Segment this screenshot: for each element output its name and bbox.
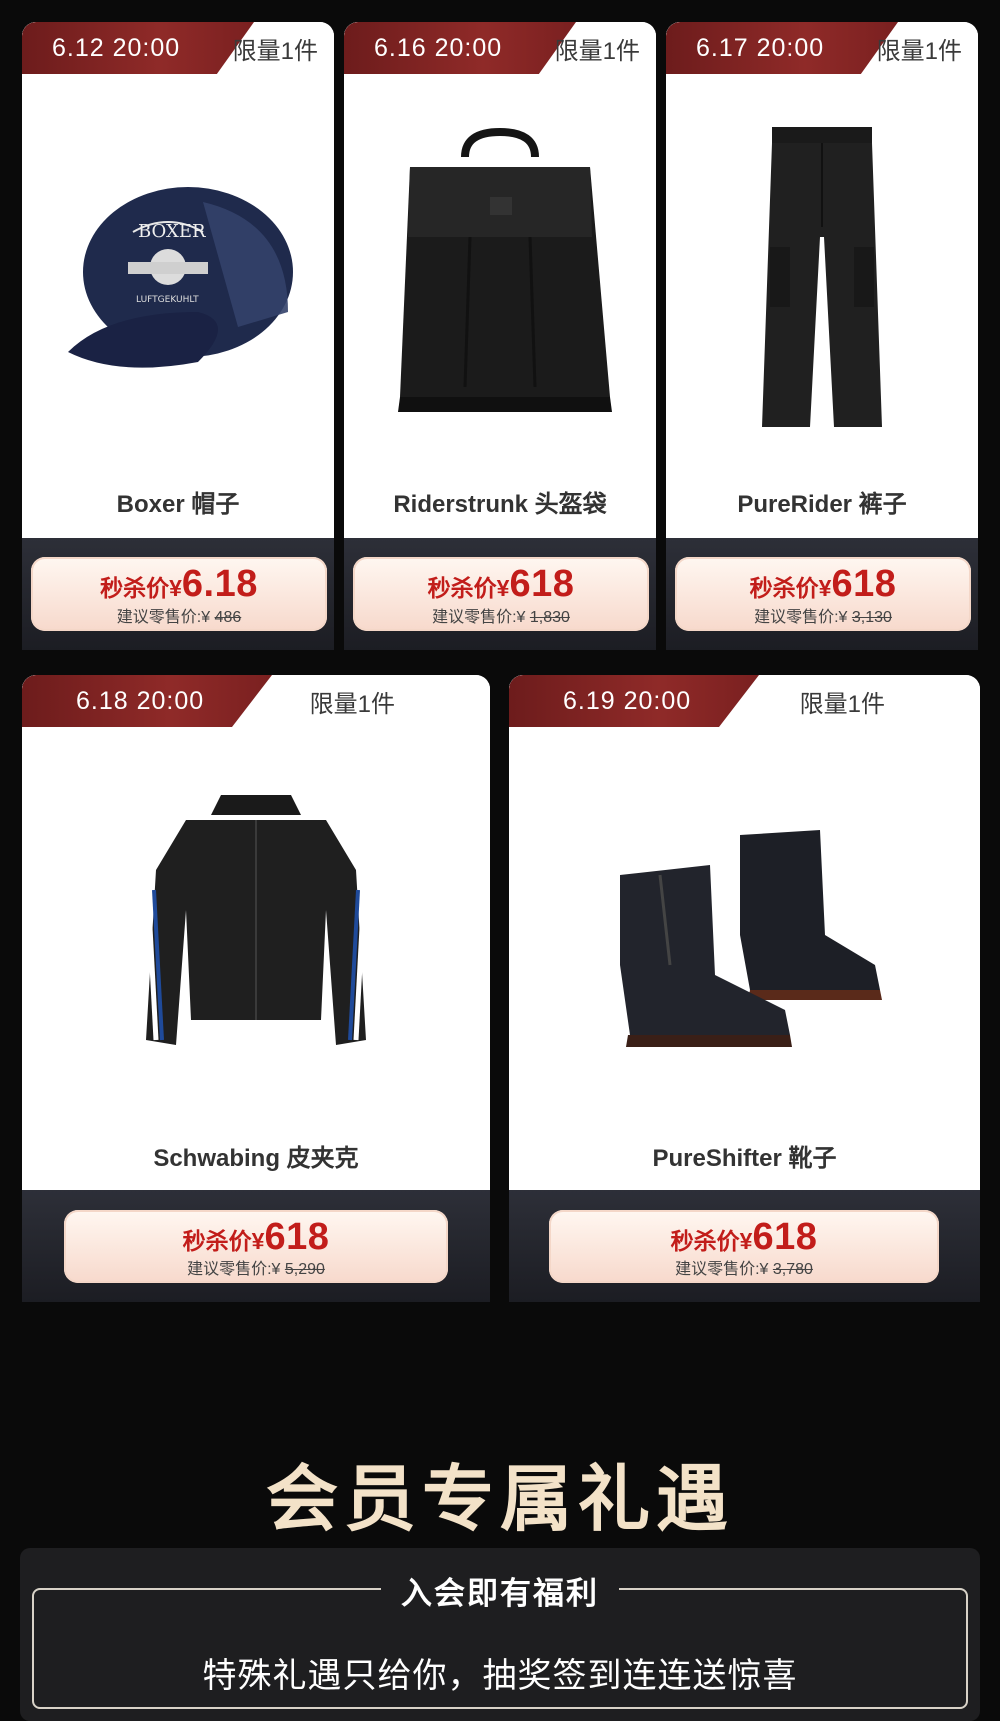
flash-price-label: 秒杀价 — [182, 1228, 252, 1254]
bag-image[interactable] — [344, 92, 656, 462]
msrp-currency: ¥ — [201, 609, 211, 626]
sale-time-tag: 6.17 20:00 — [666, 22, 898, 74]
product-card-pureshifter-boots[interactable]: 6.19 20:00 限量1件 PureShifter 靴子 — [509, 675, 980, 1190]
msrp-currency: ¥ — [838, 609, 848, 626]
flash-price-value: 6.18 — [181, 563, 258, 605]
boots-image[interactable] — [509, 765, 980, 1105]
product-name: Riderstrunk 头盔袋 — [393, 491, 607, 518]
product-card-boxer-cap[interactable]: 6.12 20:00 限量1件 BOXER LUFTGEKUHLT Boxer … — [22, 22, 334, 538]
flash-price-label: 秒杀价 — [427, 575, 497, 601]
currency-symbol: ¥ — [739, 1228, 753, 1254]
currency-symbol: ¥ — [496, 575, 510, 601]
price-tag[interactable]: 秒杀价¥618 建议零售价:¥ 3,780 — [549, 1210, 939, 1283]
flash-price-value: 618 — [509, 563, 575, 605]
pants-image[interactable] — [666, 92, 978, 462]
limit-label: 限量1件 — [799, 690, 885, 718]
currency-symbol: ¥ — [818, 575, 832, 601]
product-name: PureRider 裤子 — [737, 491, 907, 518]
msrp-label: 建议零售价: — [187, 1261, 272, 1278]
flash-price-value: 618 — [831, 563, 897, 605]
limit-label: 限量1件 — [309, 690, 395, 718]
flash-price: 秒杀价¥618 — [353, 563, 649, 606]
price-tag[interactable]: 秒杀价¥618 建议零售价:¥ 3,130 — [675, 557, 971, 631]
currency-symbol: ¥ — [251, 1228, 265, 1254]
sale-time-tag: 6.12 20:00 — [22, 22, 254, 74]
member-description: 特殊礼遇只给你，抽奖签到连连送惊喜 — [202, 1656, 798, 1696]
product-card-purerider-pants[interactable]: 6.17 20:00 限量1件 PureRider 裤子 — [666, 22, 978, 538]
msrp-label: 建议零售价: — [754, 609, 839, 626]
flash-price: 秒杀价¥6.18 — [31, 563, 327, 606]
member-section-title: 会员专属礼遇 — [265, 1457, 734, 1541]
msrp: 建议零售价:¥ 3,780 — [549, 1255, 939, 1279]
cap-image[interactable]: BOXER LUFTGEKUHLT — [22, 92, 334, 462]
flash-price-value: 618 — [264, 1216, 330, 1258]
member-benefits-box[interactable]: 入会即有福利 特殊礼遇只给你，抽奖签到连连送惊喜 — [20, 1548, 980, 1721]
msrp: 建议零售价:¥ 486 — [31, 603, 327, 627]
msrp-label: 建议零售价: — [116, 609, 202, 626]
product-name: PureShifter 靴子 — [652, 1145, 837, 1172]
msrp-value: 486 — [214, 609, 242, 626]
msrp: 建议零售价:¥ 5,290 — [64, 1255, 448, 1279]
msrp: 建议零售价:¥ 1,830 — [353, 603, 649, 627]
flash-price-label: 秒杀价 — [749, 575, 819, 601]
limit-label: 限量1件 — [554, 37, 640, 65]
msrp-currency: ¥ — [271, 1261, 281, 1278]
msrp-value: 5,290 — [284, 1261, 325, 1278]
msrp-value: 3,130 — [851, 609, 892, 626]
flash-price-label: 秒杀价 — [100, 575, 170, 601]
msrp-label: 建议零售价: — [432, 609, 517, 626]
product-name: Boxer 帽子 — [116, 491, 240, 518]
sale-time-tag: 6.19 20:00 — [509, 675, 759, 727]
flash-price-value: 618 — [752, 1216, 818, 1258]
product-card-schwabing-jacket[interactable]: 6.18 20:00 限量1件 Schwabing 皮夹克 — [22, 675, 490, 1190]
msrp-label: 建议零售价: — [675, 1261, 760, 1278]
jacket-image[interactable] — [22, 755, 490, 1095]
member-subtitle-text: 入会即有福利 — [381, 1568, 619, 1613]
product-name: Schwabing 皮夹克 — [153, 1145, 359, 1172]
svg-text:BOXER: BOXER — [138, 221, 206, 242]
msrp-value: 1,830 — [529, 609, 570, 626]
flash-price-label: 秒杀价 — [670, 1228, 740, 1254]
limit-label: 限量1件 — [232, 37, 318, 65]
svg-text:LUFTGEKUHLT: LUFTGEKUHLT — [136, 295, 199, 305]
sale-time-tag: 6.16 20:00 — [344, 22, 576, 74]
product-card-riderstrunk-bag[interactable]: 6.16 20:00 限量1件 Riderstrunk 头盔袋 — [344, 22, 656, 538]
flash-price: 秒杀价¥618 — [675, 563, 971, 606]
price-tag[interactable]: 秒杀价¥6.18 建议零售价:¥ 486 — [31, 557, 327, 631]
msrp-value: 3,780 — [772, 1261, 813, 1278]
msrp-currency: ¥ — [516, 609, 526, 626]
price-tag[interactable]: 秒杀价¥618 建议零售价:¥ 5,290 — [64, 1210, 448, 1283]
flash-price: 秒杀价¥618 — [549, 1216, 939, 1259]
currency-symbol: ¥ — [169, 575, 182, 601]
member-subtitle: 入会即有福利 — [20, 1568, 980, 1613]
flash-price: 秒杀价¥618 — [64, 1216, 448, 1259]
sale-time-tag: 6.18 20:00 — [22, 675, 272, 727]
limit-label: 限量1件 — [876, 37, 962, 65]
price-tag[interactable]: 秒杀价¥618 建议零售价:¥ 1,830 — [353, 557, 649, 631]
msrp-currency: ¥ — [759, 1261, 769, 1278]
msrp: 建议零售价:¥ 3,130 — [675, 603, 971, 627]
